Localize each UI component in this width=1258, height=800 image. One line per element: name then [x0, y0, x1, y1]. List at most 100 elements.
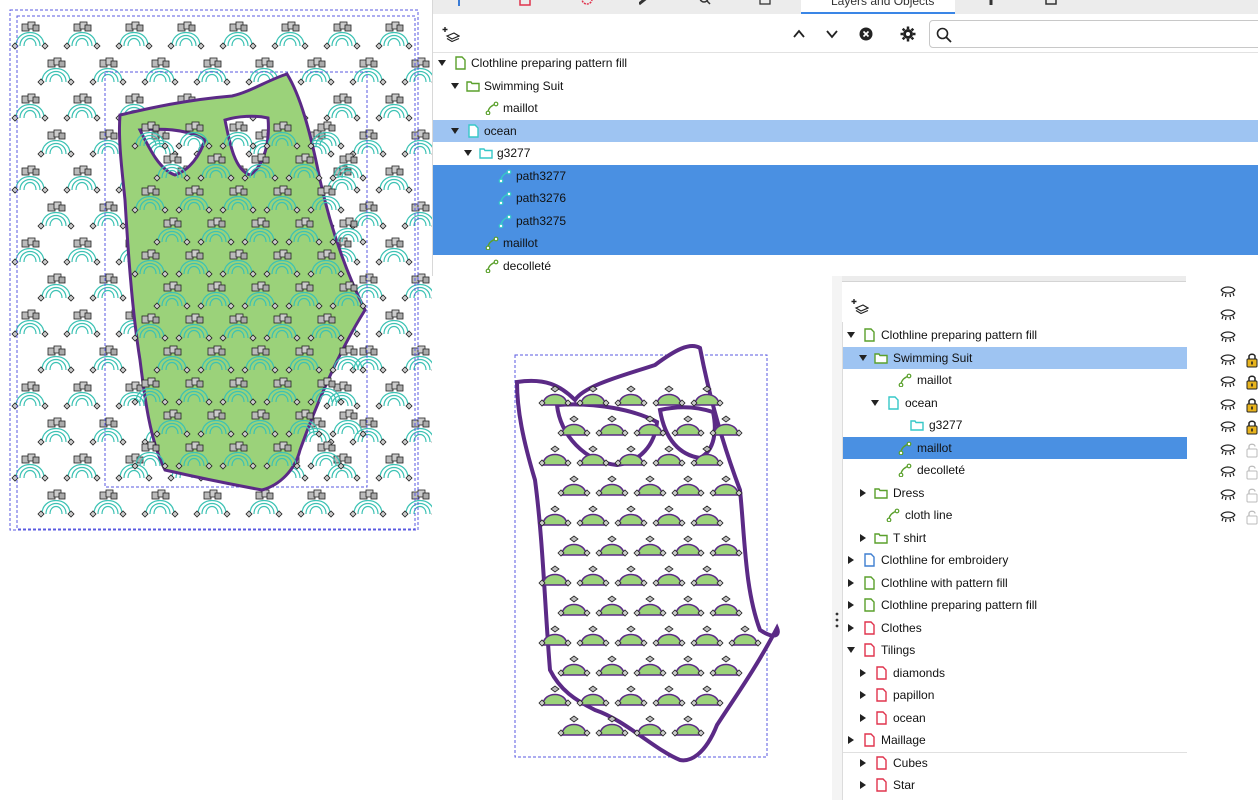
expander-expanded-icon[interactable] [846, 330, 856, 340]
tree-row[interactable]: ocean [843, 392, 1187, 415]
expander-collapsed-icon[interactable] [846, 623, 856, 633]
tree-row[interactable]: ocean [843, 707, 1187, 730]
unlock-icon[interactable] [1246, 487, 1258, 503]
tree-row[interactable]: g3277 [433, 142, 1258, 165]
expander-collapsed-icon[interactable] [846, 735, 856, 745]
ocean-tile [89, 345, 127, 374]
expander-collapsed-icon[interactable] [846, 578, 856, 588]
tree-row[interactable]: path3276 [433, 187, 1258, 210]
tree-row[interactable]: Maillage [843, 729, 1187, 753]
expander-collapsed-icon[interactable] [858, 668, 868, 678]
tree-row[interactable]: T shirt [843, 527, 1187, 550]
ocean-tile [271, 21, 309, 50]
tree-row[interactable]: path3277 [433, 164, 1258, 187]
expander-collapsed-icon[interactable] [858, 690, 868, 700]
search-field[interactable] [929, 20, 1258, 48]
tree-row[interactable]: maillot [433, 232, 1258, 255]
tree-row[interactable]: papillon [843, 684, 1187, 707]
eye-closed-icon[interactable] [1220, 330, 1236, 344]
delete-button[interactable] [856, 24, 876, 44]
tree-row[interactable]: cloth line [843, 504, 1187, 527]
row-status [1218, 282, 1258, 305]
tree-row[interactable]: decolleté [433, 255, 1258, 277]
ocean-tile [349, 489, 387, 518]
tab-icon[interactable] [1045, 0, 1057, 8]
unlock-icon[interactable] [1246, 442, 1258, 458]
lock-icon[interactable] [1246, 374, 1258, 390]
eye-closed-icon[interactable] [1220, 443, 1236, 457]
tree-row[interactable]: g3277 [843, 414, 1187, 437]
ocean-tile [37, 129, 75, 158]
expander-expanded-icon[interactable] [858, 353, 868, 363]
path-icon [498, 214, 512, 228]
tree-row[interactable]: maillot [843, 436, 1187, 459]
expander-expanded-icon[interactable] [846, 645, 856, 655]
drag-handle-icon[interactable] [835, 612, 839, 628]
expander-collapsed-icon[interactable] [858, 713, 868, 723]
tab-icon[interactable] [453, 0, 465, 8]
panel-splitter[interactable] [832, 276, 843, 800]
eye-closed-icon[interactable] [1220, 465, 1236, 479]
suit-tile [595, 415, 629, 437]
tab-icon[interactable] [759, 0, 771, 8]
tree-row[interactable]: Clothline for embroidery [843, 549, 1187, 572]
new-layer-button[interactable] [441, 24, 461, 44]
tree-row[interactable]: diamonds [843, 662, 1187, 685]
tab-icon[interactable] [639, 0, 651, 8]
tab-icon[interactable] [519, 0, 531, 8]
tab-icon[interactable] [581, 0, 593, 8]
unlock-icon[interactable] [1246, 464, 1258, 480]
tab-icon[interactable] [699, 0, 711, 8]
settings-button[interactable] [898, 24, 918, 44]
canvas-artwork-swimsuit-pattern[interactable] [505, 340, 785, 765]
expander-collapsed-icon[interactable] [858, 758, 868, 768]
tree-row[interactable]: maillot [843, 369, 1187, 392]
eye-closed-icon[interactable] [1220, 398, 1236, 412]
unlock-icon[interactable] [1246, 509, 1258, 525]
expander-collapsed-icon[interactable] [846, 555, 856, 565]
expander-expanded-icon[interactable] [437, 58, 447, 68]
eye-closed-icon[interactable] [1220, 420, 1236, 434]
tree-row[interactable]: decolleté [843, 459, 1187, 482]
lock-icon[interactable] [1246, 419, 1258, 435]
tree-row[interactable]: Swimming Suit [433, 75, 1258, 98]
tree-row[interactable]: Tilings [843, 639, 1187, 662]
eye-closed-icon[interactable] [1220, 375, 1236, 389]
tree-row[interactable]: Swimming Suit [843, 346, 1187, 369]
new-layer-button[interactable] [850, 296, 870, 316]
tree-row[interactable]: Clothline with pattern fill [843, 572, 1187, 595]
tree-row[interactable]: Cubes [843, 752, 1187, 775]
row-label: Clothes [881, 620, 922, 635]
expander-collapsed-icon[interactable] [858, 488, 868, 498]
expander-expanded-icon[interactable] [450, 81, 460, 91]
expander-collapsed-icon[interactable] [858, 533, 868, 543]
tree-row[interactable]: ocean [433, 119, 1258, 142]
tree-row[interactable]: path3275 [433, 209, 1258, 232]
tree-row[interactable]: Dress [843, 482, 1187, 505]
lock-icon[interactable] [1246, 352, 1258, 368]
raise-button[interactable] [789, 24, 809, 44]
expander-collapsed-icon[interactable] [858, 780, 868, 790]
lower-button[interactable] [822, 24, 842, 44]
expander-collapsed-icon[interactable] [846, 600, 856, 610]
lock-icon[interactable] [1246, 397, 1258, 413]
eye-closed-icon[interactable] [1220, 510, 1236, 524]
ocean-tile [37, 201, 75, 230]
expander-expanded-icon[interactable] [463, 148, 473, 158]
eye-closed-icon[interactable] [1220, 353, 1236, 367]
expander-expanded-icon[interactable] [450, 126, 460, 136]
eye-closed-icon[interactable] [1220, 285, 1236, 299]
expander-expanded-icon[interactable] [870, 398, 880, 408]
search-input[interactable] [958, 24, 1258, 46]
tree-row[interactable]: Clothline preparing pattern fill [433, 52, 1258, 75]
tree-row[interactable]: maillot [433, 97, 1258, 120]
tree-row[interactable]: Star [843, 774, 1187, 797]
tab-icon[interactable] [985, 0, 997, 8]
tree-row[interactable]: Clothes [843, 617, 1187, 640]
eye-closed-icon[interactable] [1220, 488, 1236, 502]
tab-layers-and-objects[interactable]: Layers and Objects [801, 0, 955, 14]
tree-row[interactable]: Clothline preparing pattern fill [843, 324, 1187, 347]
eye-closed-icon[interactable] [1220, 308, 1236, 322]
canvas-artwork-ocean-fill[interactable] [0, 0, 432, 540]
tree-row[interactable]: Clothline preparing pattern fill [843, 594, 1187, 617]
